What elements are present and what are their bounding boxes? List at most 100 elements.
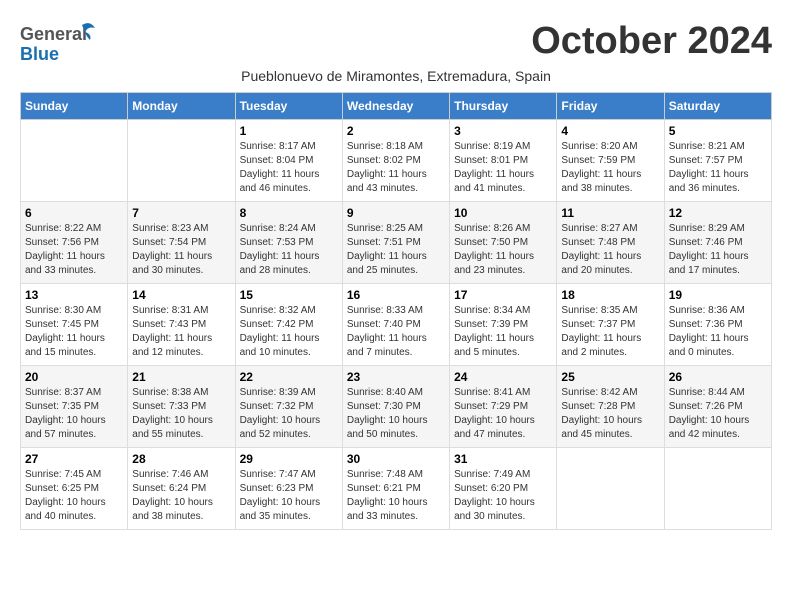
calendar-cell: 7 Sunrise: 8:23 AM Sunset: 7:54 PM Daylig… bbox=[128, 202, 235, 284]
day-info: Sunrise: 8:17 AM Sunset: 8:04 PM Dayligh… bbox=[240, 140, 338, 196]
calendar-cell: 1 Sunrise: 8:17 AM Sunset: 8:04 PM Daylig… bbox=[235, 120, 342, 202]
day-info: Sunrise: 8:19 AM Sunset: 8:01 PM Dayligh… bbox=[454, 140, 552, 196]
day-info: Sunrise: 7:45 AM Sunset: 6:25 PM Dayligh… bbox=[25, 468, 123, 524]
day-number: 24 bbox=[454, 370, 552, 384]
day-number: 20 bbox=[25, 370, 123, 384]
week-row-3: 13 Sunrise: 8:30 AM Sunset: 7:45 PM Dayli… bbox=[21, 284, 772, 366]
calendar-cell: 25 Sunrise: 8:42 AM Sunset: 7:28 PM Dayli… bbox=[557, 366, 664, 448]
location: Pueblonuevo de Miramontes, Extremadura, … bbox=[20, 68, 772, 84]
day-info: Sunrise: 7:47 AM Sunset: 6:23 PM Dayligh… bbox=[240, 468, 338, 524]
calendar-cell: 21 Sunrise: 8:38 AM Sunset: 7:33 PM Dayli… bbox=[128, 366, 235, 448]
calendar-cell: 16 Sunrise: 8:33 AM Sunset: 7:40 PM Dayli… bbox=[342, 284, 449, 366]
day-number: 7 bbox=[132, 206, 230, 220]
logo-svg: GeneralBlue bbox=[20, 20, 100, 64]
day-info: Sunrise: 8:29 AM Sunset: 7:46 PM Dayligh… bbox=[669, 222, 767, 278]
calendar-cell: 15 Sunrise: 8:32 AM Sunset: 7:42 PM Dayli… bbox=[235, 284, 342, 366]
calendar-cell: 2 Sunrise: 8:18 AM Sunset: 8:02 PM Daylig… bbox=[342, 120, 449, 202]
day-number: 21 bbox=[132, 370, 230, 384]
calendar-cell bbox=[21, 120, 128, 202]
day-number: 6 bbox=[25, 206, 123, 220]
day-number: 4 bbox=[561, 124, 659, 138]
calendar-cell: 13 Sunrise: 8:30 AM Sunset: 7:45 PM Dayli… bbox=[21, 284, 128, 366]
svg-text:General: General bbox=[20, 24, 87, 44]
day-number: 14 bbox=[132, 288, 230, 302]
day-info: Sunrise: 8:18 AM Sunset: 8:02 PM Dayligh… bbox=[347, 140, 445, 196]
day-number: 15 bbox=[240, 288, 338, 302]
day-info: Sunrise: 8:44 AM Sunset: 7:26 PM Dayligh… bbox=[669, 386, 767, 442]
day-info: Sunrise: 8:36 AM Sunset: 7:36 PM Dayligh… bbox=[669, 304, 767, 360]
weekday-header-tuesday: Tuesday bbox=[235, 93, 342, 120]
calendar-cell: 6Sunrise: 8:22 AM Sunset: 7:56 PM Daylig… bbox=[21, 202, 128, 284]
day-number: 13 bbox=[25, 288, 123, 302]
day-number: 11 bbox=[561, 206, 659, 220]
day-info: Sunrise: 7:49 AM Sunset: 6:20 PM Dayligh… bbox=[454, 468, 552, 524]
calendar-cell: 28Sunrise: 7:46 AM Sunset: 6:24 PM Dayli… bbox=[128, 448, 235, 530]
calendar-cell: 20 Sunrise: 8:37 AM Sunset: 7:35 PM Dayli… bbox=[21, 366, 128, 448]
calendar-cell: 9Sunrise: 8:25 AM Sunset: 7:51 PM Daylig… bbox=[342, 202, 449, 284]
day-info: Sunrise: 8:25 AM Sunset: 7:51 PM Dayligh… bbox=[347, 222, 445, 278]
calendar-cell: 22Sunrise: 8:39 AM Sunset: 7:32 PM Dayli… bbox=[235, 366, 342, 448]
calendar-table: SundayMondayTuesdayWednesdayThursdayFrid… bbox=[20, 92, 772, 530]
page-header: GeneralBlue October 2024 bbox=[20, 20, 772, 64]
calendar-cell bbox=[128, 120, 235, 202]
day-info: Sunrise: 8:31 AM Sunset: 7:43 PM Dayligh… bbox=[132, 304, 230, 360]
day-number: 25 bbox=[561, 370, 659, 384]
day-number: 29 bbox=[240, 452, 338, 466]
day-number: 31 bbox=[454, 452, 552, 466]
day-number: 2 bbox=[347, 124, 445, 138]
calendar-cell: 12 Sunrise: 8:29 AM Sunset: 7:46 PM Dayli… bbox=[664, 202, 771, 284]
month-title: October 2024 bbox=[531, 20, 772, 63]
svg-text:Blue: Blue bbox=[20, 44, 59, 64]
weekday-header-monday: Monday bbox=[128, 93, 235, 120]
day-number: 19 bbox=[669, 288, 767, 302]
week-row-4: 20 Sunrise: 8:37 AM Sunset: 7:35 PM Dayli… bbox=[21, 366, 772, 448]
calendar-cell: 23 Sunrise: 8:40 AM Sunset: 7:30 PM Dayli… bbox=[342, 366, 449, 448]
day-info: Sunrise: 8:32 AM Sunset: 7:42 PM Dayligh… bbox=[240, 304, 338, 360]
day-info: Sunrise: 8:23 AM Sunset: 7:54 PM Dayligh… bbox=[132, 222, 230, 278]
day-info: Sunrise: 8:27 AM Sunset: 7:48 PM Dayligh… bbox=[561, 222, 659, 278]
weekday-header-sunday: Sunday bbox=[21, 93, 128, 120]
calendar-cell: 19 Sunrise: 8:36 AM Sunset: 7:36 PM Dayli… bbox=[664, 284, 771, 366]
weekday-header-wednesday: Wednesday bbox=[342, 93, 449, 120]
day-info: Sunrise: 8:35 AM Sunset: 7:37 PM Dayligh… bbox=[561, 304, 659, 360]
logo: GeneralBlue bbox=[20, 20, 100, 64]
day-number: 30 bbox=[347, 452, 445, 466]
day-info: Sunrise: 7:48 AM Sunset: 6:21 PM Dayligh… bbox=[347, 468, 445, 524]
weekday-header-friday: Friday bbox=[557, 93, 664, 120]
calendar-cell: 3 Sunrise: 8:19 AM Sunset: 8:01 PM Daylig… bbox=[450, 120, 557, 202]
day-info: Sunrise: 8:37 AM Sunset: 7:35 PM Dayligh… bbox=[25, 386, 123, 442]
day-info: Sunrise: 8:24 AM Sunset: 7:53 PM Dayligh… bbox=[240, 222, 338, 278]
day-info: Sunrise: 8:30 AM Sunset: 7:45 PM Dayligh… bbox=[25, 304, 123, 360]
day-info: Sunrise: 8:38 AM Sunset: 7:33 PM Dayligh… bbox=[132, 386, 230, 442]
day-number: 3 bbox=[454, 124, 552, 138]
day-info: Sunrise: 8:41 AM Sunset: 7:29 PM Dayligh… bbox=[454, 386, 552, 442]
calendar-cell: 17Sunrise: 8:34 AM Sunset: 7:39 PM Dayli… bbox=[450, 284, 557, 366]
day-number: 28 bbox=[132, 452, 230, 466]
day-number: 1 bbox=[240, 124, 338, 138]
day-info: Sunrise: 8:21 AM Sunset: 7:57 PM Dayligh… bbox=[669, 140, 767, 196]
day-info: Sunrise: 8:26 AM Sunset: 7:50 PM Dayligh… bbox=[454, 222, 552, 278]
calendar-cell: 4Sunrise: 8:20 AM Sunset: 7:59 PM Daylig… bbox=[557, 120, 664, 202]
weekday-header-saturday: Saturday bbox=[664, 93, 771, 120]
week-row-2: 6Sunrise: 8:22 AM Sunset: 7:56 PM Daylig… bbox=[21, 202, 772, 284]
calendar-cell: 31 Sunrise: 7:49 AM Sunset: 6:20 PM Dayli… bbox=[450, 448, 557, 530]
day-number: 23 bbox=[347, 370, 445, 384]
day-number: 16 bbox=[347, 288, 445, 302]
day-number: 10 bbox=[454, 206, 552, 220]
week-row-5: 27 Sunrise: 7:45 AM Sunset: 6:25 PM Dayli… bbox=[21, 448, 772, 530]
weekday-header-row: SundayMondayTuesdayWednesdayThursdayFrid… bbox=[21, 93, 772, 120]
day-info: Sunrise: 8:33 AM Sunset: 7:40 PM Dayligh… bbox=[347, 304, 445, 360]
calendar-cell: 14 Sunrise: 8:31 AM Sunset: 7:43 PM Dayli… bbox=[128, 284, 235, 366]
calendar-cell: 26Sunrise: 8:44 AM Sunset: 7:26 PM Dayli… bbox=[664, 366, 771, 448]
day-info: Sunrise: 8:40 AM Sunset: 7:30 PM Dayligh… bbox=[347, 386, 445, 442]
calendar-cell: 29 Sunrise: 7:47 AM Sunset: 6:23 PM Dayli… bbox=[235, 448, 342, 530]
calendar-cell: 24 Sunrise: 8:41 AM Sunset: 7:29 PM Dayli… bbox=[450, 366, 557, 448]
day-number: 27 bbox=[25, 452, 123, 466]
calendar-cell: 8 Sunrise: 8:24 AM Sunset: 7:53 PM Daylig… bbox=[235, 202, 342, 284]
day-info: Sunrise: 8:42 AM Sunset: 7:28 PM Dayligh… bbox=[561, 386, 659, 442]
day-number: 12 bbox=[669, 206, 767, 220]
day-number: 8 bbox=[240, 206, 338, 220]
calendar-cell: 30 Sunrise: 7:48 AM Sunset: 6:21 PM Dayli… bbox=[342, 448, 449, 530]
calendar-cell: 18Sunrise: 8:35 AM Sunset: 7:37 PM Dayli… bbox=[557, 284, 664, 366]
week-row-1: 1 Sunrise: 8:17 AM Sunset: 8:04 PM Daylig… bbox=[21, 120, 772, 202]
